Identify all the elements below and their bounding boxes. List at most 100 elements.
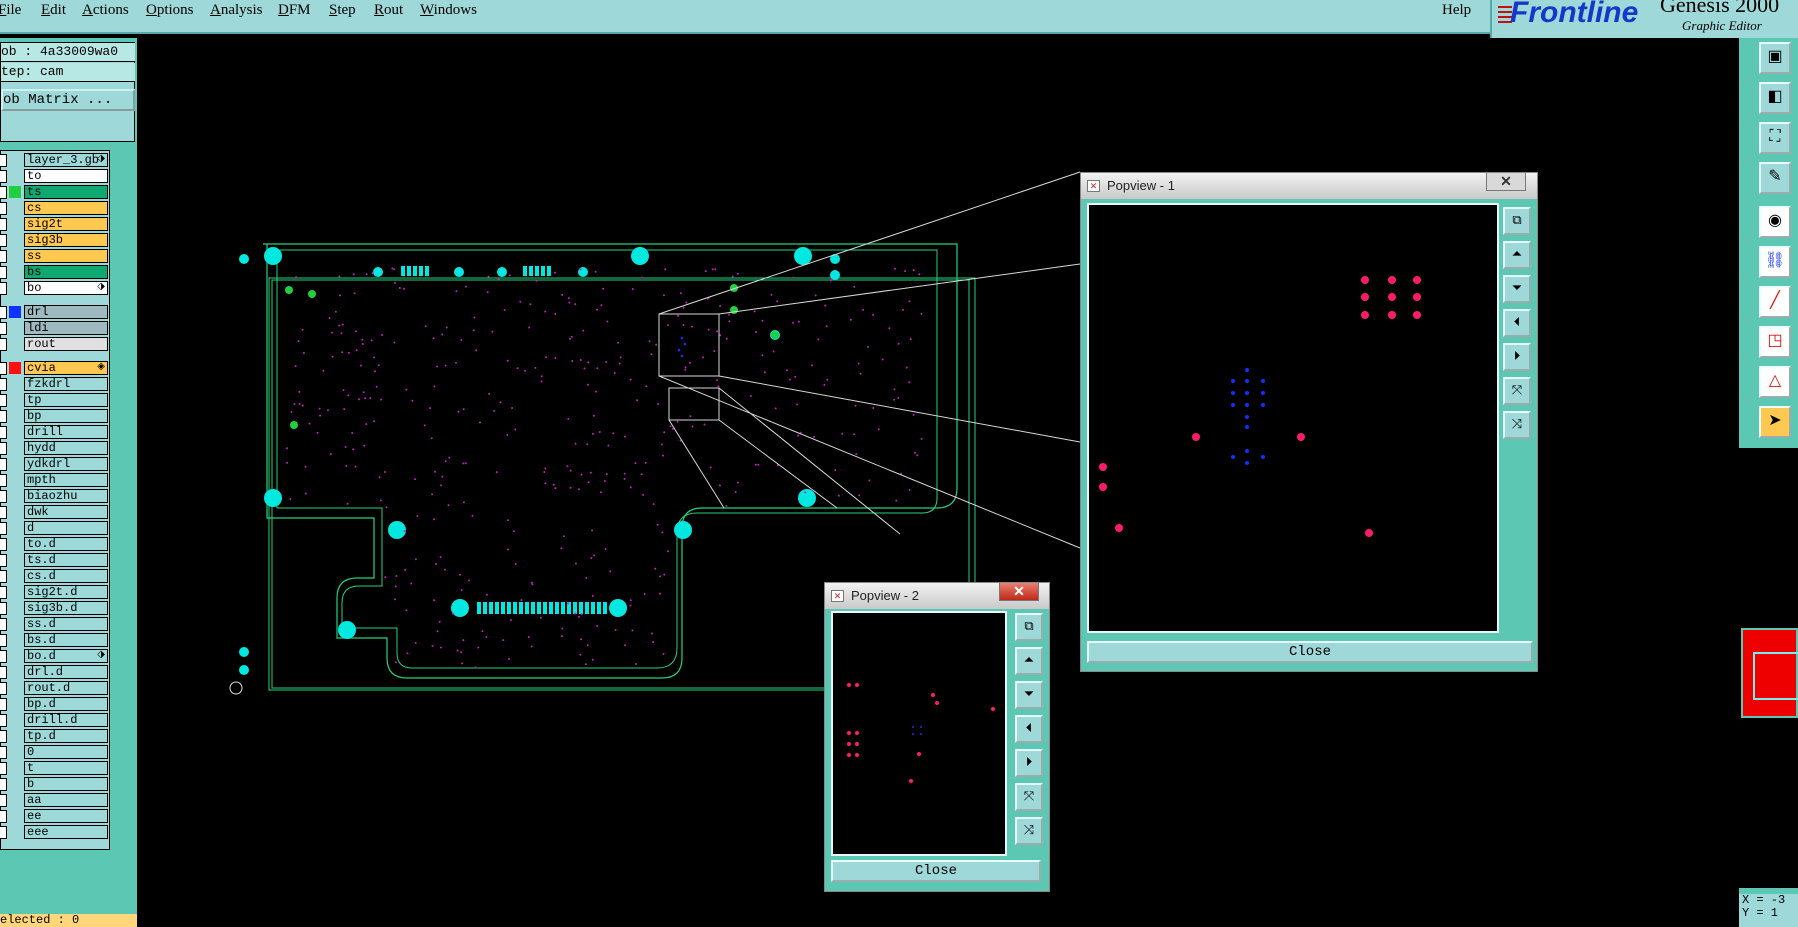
layer-name[interactable]: bs [24, 265, 108, 279]
layer-color-swatch[interactable] [9, 186, 21, 198]
zoom-icon[interactable]: ◧ [1759, 82, 1791, 114]
layer-name[interactable]: hydd [24, 441, 108, 455]
connect-icon[interactable]: ⛓ [1759, 246, 1791, 278]
layer-checkbox[interactable] [0, 250, 7, 263]
layer-row[interactable]: ydkdrl [0, 457, 109, 471]
add-pad-icon[interactable]: ◳ [1759, 326, 1791, 358]
layer-row[interactable]: dwk [0, 505, 109, 519]
layer-checkbox[interactable] [0, 474, 7, 487]
menu-dfm[interactable]: DFM [278, 2, 311, 19]
layer-row[interactable]: cs.d [0, 569, 109, 583]
layer-name[interactable]: bp [24, 409, 108, 423]
layer-checkbox[interactable] [0, 570, 7, 583]
layer-color-swatch[interactable] [9, 618, 21, 630]
menu-step[interactable]: Step [329, 2, 356, 19]
layer-name[interactable]: to.d [24, 537, 108, 551]
layer-color-swatch[interactable] [9, 410, 21, 422]
layer-row[interactable]: bp.d [0, 697, 109, 711]
layer-color-swatch[interactable] [9, 170, 21, 182]
layer-color-swatch[interactable] [9, 322, 21, 334]
layer-checkbox[interactable] [0, 650, 7, 663]
layer-checkbox[interactable] [0, 218, 7, 231]
layer-row[interactable]: bo.d ⬗ [0, 649, 109, 663]
layer-row[interactable]: ts [0, 185, 109, 199]
layer-color-swatch[interactable] [9, 650, 21, 662]
layer-color-swatch[interactable] [9, 234, 21, 246]
layer-name[interactable]: drl [24, 305, 108, 319]
layer-name[interactable]: drill [24, 425, 108, 439]
popview-2-canvas[interactable] [831, 611, 1007, 856]
menu-rout[interactable]: Rout [374, 2, 403, 19]
fit-icon[interactable]: ⛶ [1759, 122, 1791, 154]
layer-color-swatch[interactable] [9, 426, 21, 438]
layer-checkbox[interactable] [0, 618, 7, 631]
layer-checkbox[interactable] [0, 282, 7, 295]
layer-name[interactable]: bs.d [24, 633, 108, 647]
layer-checkbox[interactable] [0, 506, 7, 519]
layer-checkbox[interactable] [0, 538, 7, 551]
layer-color-swatch[interactable] [9, 250, 21, 262]
layer-checkbox[interactable] [0, 730, 7, 743]
layer-color-swatch[interactable] [9, 490, 21, 502]
layer-name[interactable]: bo.d ⬗ [24, 649, 108, 663]
layer-name[interactable]: cs.d [24, 569, 108, 583]
layer-name[interactable]: ydkdrl [24, 457, 108, 471]
layer-color-swatch[interactable] [9, 458, 21, 470]
layer-checkbox[interactable] [0, 634, 7, 647]
layer-color-swatch[interactable] [9, 682, 21, 694]
layer-checkbox[interactable] [0, 682, 7, 695]
layer-name[interactable]: cvia ◈ [24, 361, 108, 375]
layer-checkbox[interactable] [0, 602, 7, 615]
layer-color-swatch[interactable] [9, 506, 21, 518]
layer-row[interactable]: biaozhu [0, 489, 109, 503]
layer-checkbox[interactable] [0, 714, 7, 727]
pointer-icon[interactable]: ➤ [1759, 406, 1791, 438]
layer-checkbox[interactable] [0, 826, 7, 839]
layer-name[interactable]: cs [24, 201, 108, 215]
layer-row[interactable]: to.d [0, 537, 109, 551]
layer-row[interactable]: bo ⬗ [0, 281, 109, 295]
layer-row[interactable]: ss [0, 249, 109, 263]
layer-color-swatch[interactable] [9, 218, 21, 230]
popview-1-close-button[interactable]: Close [1087, 641, 1533, 663]
layer-color-swatch[interactable] [9, 538, 21, 550]
layer-row[interactable]: mpth [0, 473, 109, 487]
layer-row[interactable]: ts.d [0, 553, 109, 567]
popview-2-close-button[interactable]: Close [831, 860, 1041, 882]
layer-name[interactable]: mpth [24, 473, 108, 487]
layer-checkbox[interactable] [0, 458, 7, 471]
layer-color-swatch[interactable] [9, 666, 21, 678]
layer-name[interactable]: rout.d [24, 681, 108, 695]
layer-color-swatch[interactable] [9, 554, 21, 566]
layer-name[interactable]: bo ⬗ [24, 281, 108, 295]
layer-color-swatch[interactable] [9, 306, 21, 318]
layer-checkbox[interactable] [0, 762, 7, 775]
layer-row[interactable]: tp.d [0, 729, 109, 743]
layer-checkbox[interactable] [0, 266, 7, 279]
layer-row[interactable]: bs [0, 265, 109, 279]
layer-row[interactable]: b [0, 777, 109, 791]
layer-row[interactable]: sig3b.d [0, 601, 109, 615]
layer-checkbox[interactable] [0, 778, 7, 791]
layer-row[interactable]: rout.d [0, 681, 109, 695]
layer-row[interactable]: ss.d [0, 617, 109, 631]
layer-row[interactable]: drill.d [0, 713, 109, 727]
layer-color-swatch[interactable] [9, 394, 21, 406]
layer-name[interactable]: to [24, 169, 108, 183]
layer-color-swatch[interactable] [9, 474, 21, 486]
menu-analysis[interactable]: Analysis [210, 2, 263, 19]
layer-color-swatch[interactable] [9, 698, 21, 710]
layer-row[interactable]: sig3b [0, 233, 109, 247]
layer-name[interactable]: biaozhu [24, 489, 108, 503]
layer-color-swatch[interactable] [9, 714, 21, 726]
layer-checkbox[interactable] [0, 306, 7, 319]
layer-name[interactable]: d [24, 521, 108, 535]
layer-checkbox[interactable] [0, 202, 7, 215]
home-view-icon[interactable]: ▣ [1759, 42, 1791, 74]
layer-row[interactable]: drl [0, 305, 109, 319]
layer-name[interactable]: dwk [24, 505, 108, 519]
layer-name[interactable]: sig2t [24, 217, 108, 231]
layer-name[interactable]: tp [24, 393, 108, 407]
popview-1-canvas[interactable] [1087, 203, 1499, 633]
layer-color-swatch[interactable] [9, 634, 21, 646]
